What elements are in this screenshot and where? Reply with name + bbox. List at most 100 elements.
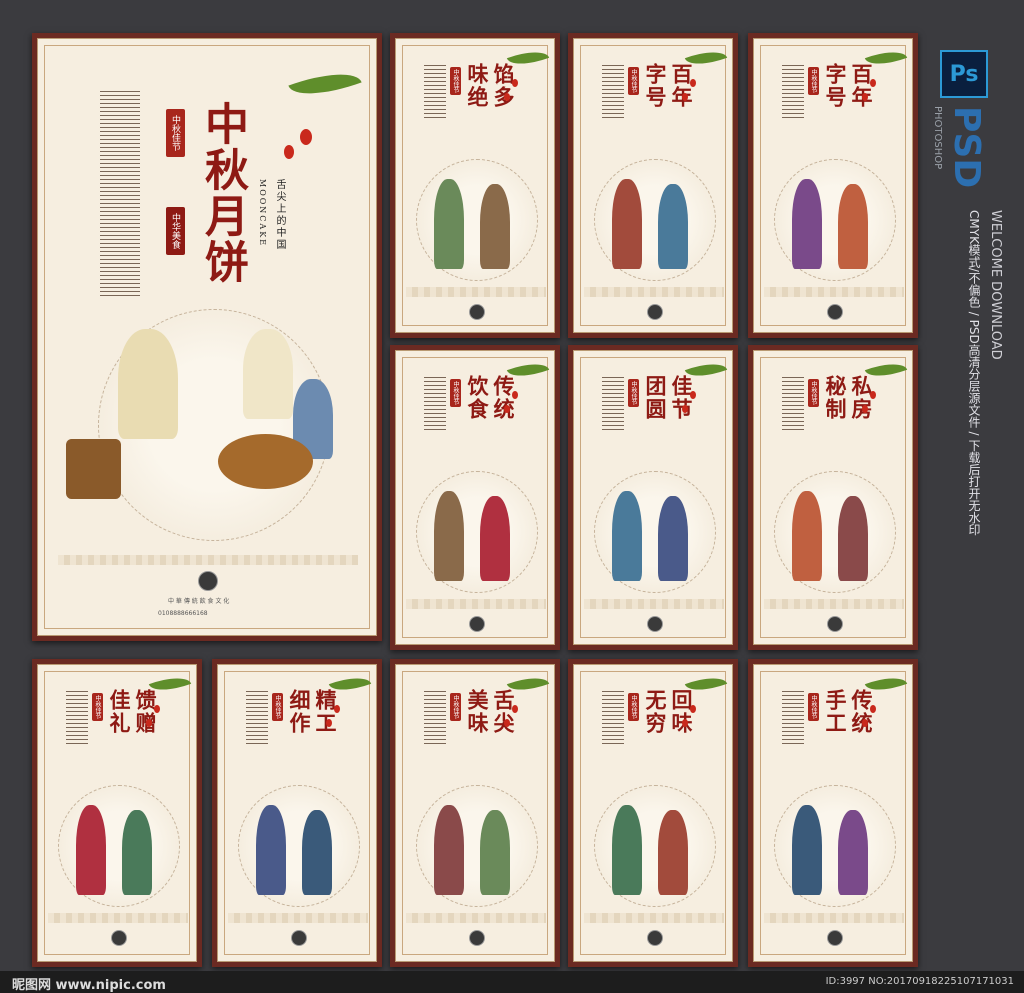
psd-label: PSD [946,106,987,189]
side-panel: Ps PSD PHOTOSHOP WELCOME DOWNLOAD CMYK模式… [932,30,1024,650]
poster-paper: 中秋佳节 传统 饮食 [395,350,555,645]
lantern-icon [504,405,510,413]
poster-badge: 中秋佳节 [808,379,819,407]
poster-body-text [782,377,804,433]
figure-person [612,805,642,895]
poster-title-b: 饮食 [465,375,490,421]
poster-badge: 中秋佳节 [628,379,639,407]
main-phone: 0108888666168 [158,610,208,617]
lantern-icon [512,79,518,87]
seal-icon [469,930,485,946]
poster-paper: 中秋佳节 馈赠 佳礼 [37,664,197,962]
bottom-bar: 昵图网 www.nipic.com ID:3997 NO:20170918225… [0,971,1024,993]
poster-badge: 中秋佳节 [628,67,639,95]
lantern-icon [682,93,688,101]
woman-figure [243,329,293,419]
figure-person [792,179,822,269]
main-footer: 中 華 傳 統 飲 食 文 化 [168,598,230,605]
photoshop-label: PHOTOSHOP [932,106,943,170]
seal-icon [827,304,843,320]
poster-card: 中秋佳节 舌尖 美味 [390,659,560,967]
poster-body-text [602,691,624,747]
main-badge: 中秋佳节 [166,109,185,157]
seal-icon [647,304,663,320]
poster-card: 中秋佳节 私房 秘制 [748,345,918,650]
poster-badge: 中秋佳节 [272,693,283,721]
lantern-icon [284,145,294,159]
lantern-icon [146,719,152,727]
figure-person [122,810,152,895]
seal-icon [111,930,127,946]
poster-card: 中秋佳节 馈赠 佳礼 [32,659,202,967]
poster-card: 中秋佳节 传统 手工 [748,659,918,967]
poster-badge: 中秋佳节 [450,67,461,95]
main-body-text [100,91,140,299]
wave-decoration [764,913,904,923]
figure-person [792,491,822,581]
poster-paper: 中秋佳节 佳节 团圆 [573,350,733,645]
site-logo: 昵图网 www.nipic.com [12,978,166,993]
seal-icon [291,930,307,946]
poster-badge: 中秋佳节 [450,693,461,721]
figure-person [838,810,868,895]
lantern-icon [682,405,688,413]
wave-decoration [48,913,188,923]
lantern-icon [862,719,868,727]
photoshop-icon: Ps [940,50,988,98]
poster-title-b: 美味 [465,689,490,735]
wave-decoration [406,287,546,297]
wave-decoration [406,913,546,923]
seal-icon [827,930,843,946]
figure-person [434,805,464,895]
artisan-figure [118,329,178,439]
figure-person [658,496,688,581]
lantern-icon [154,705,160,713]
lantern-icon [870,391,876,399]
lantern-icon [504,719,510,727]
poster-title-b: 手工 [823,689,848,735]
poster-title-b: 团圆 [643,375,668,421]
figure-person [792,805,822,895]
poster-badge: 中秋佳节 [628,693,639,721]
lantern-icon [504,93,510,101]
figure-person [658,184,688,269]
main-poster: 中秋佳节 中华美食 中秋月饼 舌尖上的中国 MOONCAKE 中 華 傳 統 飲… [32,33,382,641]
figure-person [434,179,464,269]
figure-person [302,810,332,895]
seal-icon [647,930,663,946]
poster-body-text [424,377,446,433]
poster-badge: 中秋佳节 [808,67,819,95]
poster-badge: 中秋佳节 [450,379,461,407]
poster-card: 中秋佳节 百年 字号 [568,33,738,338]
poster-title-b: 无穷 [643,689,668,735]
figure-person [658,810,688,895]
poster-card: 中秋佳节 回味 无穷 [568,659,738,967]
main-title: 中秋月饼 [197,101,248,285]
lantern-icon [690,391,696,399]
lantern-icon [334,705,340,713]
lantern-icon [512,391,518,399]
poster-title-b: 字号 [643,63,668,109]
wave-decoration [764,599,904,609]
lantern-icon [682,719,688,727]
poster-title-b: 字号 [823,63,848,109]
seal-icon [827,616,843,632]
figure-person [76,805,106,895]
poster-paper: 中秋佳节 百年 字号 [573,38,733,333]
poster-card: 中秋佳节 精工 细作 [212,659,382,967]
figure-person [612,491,642,581]
poster-paper: 中秋佳节 百年 字号 [753,38,913,333]
poster-body-text [66,691,88,747]
poster-card: 中秋佳节 百年 字号 [748,33,918,338]
note-label: CMYK模式/不偏色 / PSD高清分层源文件 / 下载后打开无水印 [967,210,981,536]
poster-paper: 中秋佳节 回味 无穷 [573,664,733,962]
poster-body-text [424,691,446,747]
lantern-icon [870,705,876,713]
figure-person [256,805,286,895]
figure-person [838,496,868,581]
lantern-icon [512,705,518,713]
poster-body-text [246,691,268,747]
poster-card: 中秋佳节 佳节 团圆 [568,345,738,650]
leaf-decoration [288,61,362,107]
lantern-icon [690,79,696,87]
